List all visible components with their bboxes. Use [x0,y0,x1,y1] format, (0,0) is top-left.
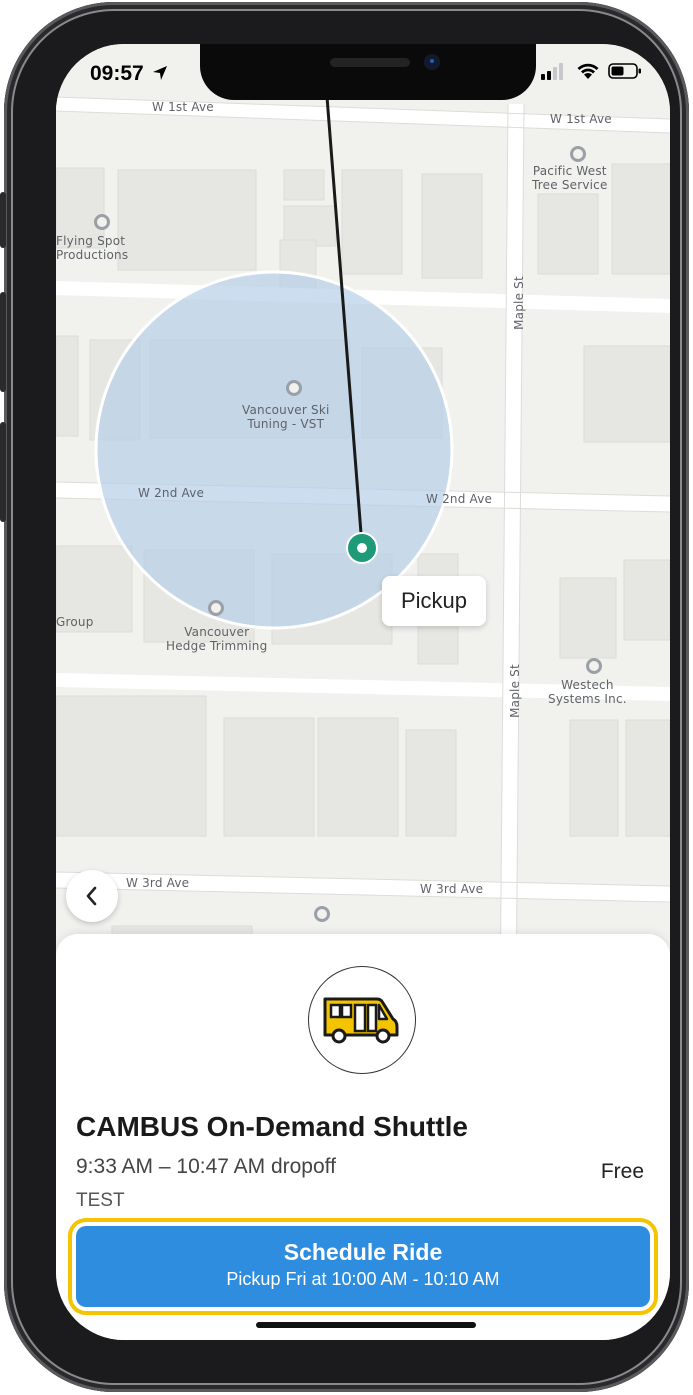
ride-details-sheet: CAMBUS On-Demand Shuttle 9:33 AM – 10:47… [56,934,670,1340]
chevron-left-icon [86,886,97,906]
pickup-radius-circle [94,270,454,630]
street-label: W 1st Ave [550,112,612,126]
volume-up-button [0,292,6,392]
location-arrow-icon [152,66,167,80]
street-label: W 1st Ave [152,100,214,114]
poi-icon[interactable] [570,146,586,162]
speaker [330,58,410,67]
poi-icon[interactable] [286,380,302,396]
street-label: Maple St [511,276,526,330]
bus-avatar [308,966,416,1074]
battery-icon [608,63,641,79]
volume-down-button [0,422,6,522]
schedule-ride-button[interactable]: Schedule Ride Pickup Fri at 10:00 AM - 1… [76,1226,650,1307]
schedule-ride-label: Schedule Ride [283,1239,443,1265]
poi-icon[interactable] [208,600,224,616]
wifi-icon [577,63,599,79]
poi-label[interactable]: Pacific West Tree Service [532,164,608,192]
shuttle-bus-icon [323,997,399,1044]
back-button[interactable] [66,870,118,922]
status-icons [541,62,642,85]
poi-label[interactable]: Vancouver Ski Tuning - VST [242,403,330,431]
street-label: W 2nd Ave [138,486,205,500]
service-name: CAMBUS On-Demand Shuttle [76,1111,468,1142]
ride-time-range: 9:33 AM – 10:47 AM dropoff [76,1155,336,1178]
notch [200,44,536,100]
poi-icon[interactable] [314,906,330,922]
poi-icon[interactable] [94,214,110,230]
home-indicator[interactable] [256,1322,476,1328]
poi-label[interactable]: Flying Spot Productions [56,234,128,262]
pickup-callout[interactable]: Pickup [382,576,486,626]
status-time-text: 09:57 [90,62,144,85]
front-camera [424,54,440,70]
screen: 09:57 W 1st Ave W 1st Ave W 2nd Ave W 2n… [56,44,670,1340]
poi-label[interactable]: Group [56,615,94,629]
mute-switch [0,192,6,248]
pickup-callout-label: Pickup [400,588,468,613]
street-label: Maple St [507,664,522,718]
status-time: 09:57 [90,62,168,86]
map-view[interactable]: W 1st Ave W 1st Ave W 2nd Ave W 2nd Ave … [56,44,670,1004]
street-label: W 3rd Ave [420,882,484,896]
poi-icon[interactable] [586,658,602,674]
street-label: W 2nd Ave [426,492,493,506]
poi-label[interactable]: Westech Systems Inc. [548,678,627,706]
phone-frame: 09:57 W 1st Ave W 1st Ave W 2nd Ave W 2n… [0,2,689,1392]
street-label: W 3rd Ave [126,876,190,890]
service-subtitle: TEST [76,1190,125,1211]
poi-label[interactable]: Vancouver Hedge Trimming [166,625,267,653]
pickup-window-label: Pickup Fri at 10:00 AM - 10:10 AM [226,1269,500,1289]
cellular-signal-icon [541,63,564,80]
fare-label: Free [600,1160,644,1183]
